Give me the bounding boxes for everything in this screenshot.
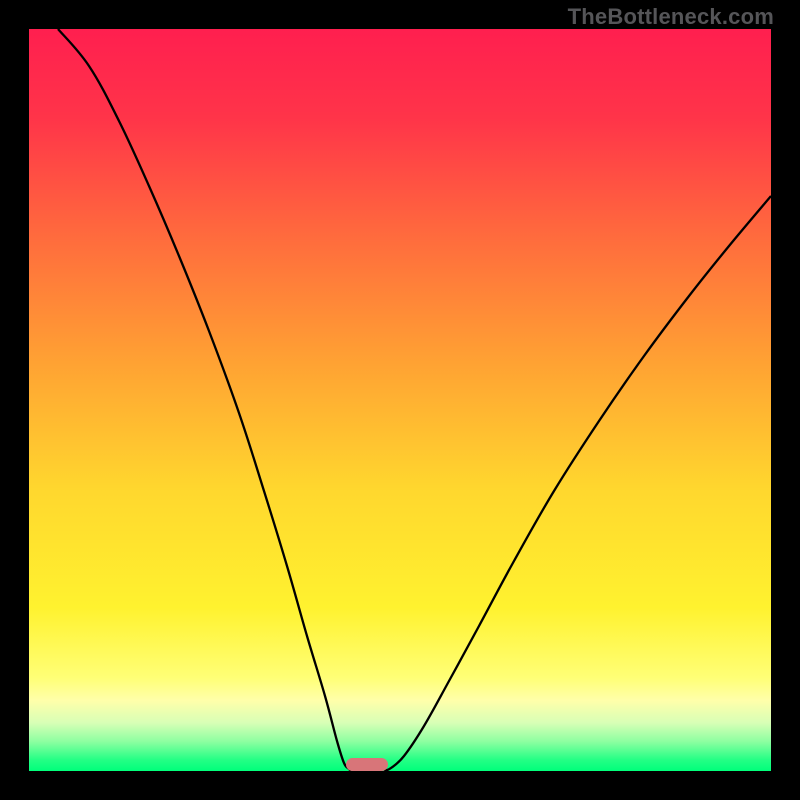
chart-frame: [29, 29, 771, 771]
chart-background-gradient: [29, 29, 771, 771]
watermark-text: TheBottleneck.com: [568, 4, 774, 30]
bottleneck-marker: [346, 758, 388, 771]
